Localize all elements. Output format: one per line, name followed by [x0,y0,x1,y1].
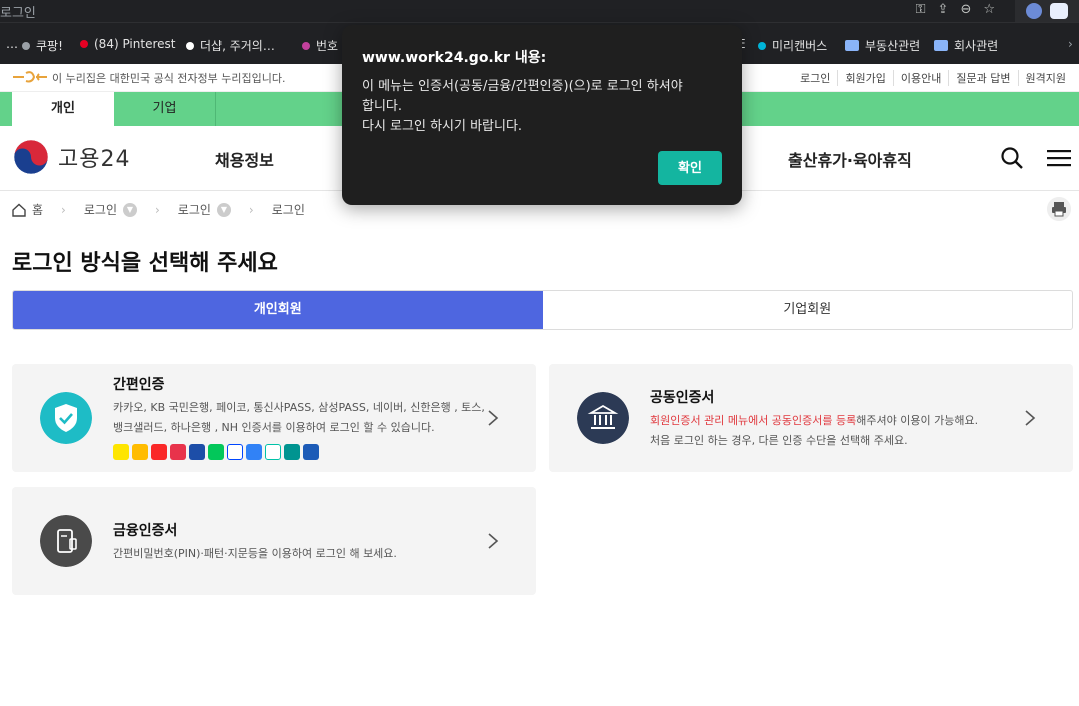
login-card-joint-certificate[interactable]: 공동인증서 회원인증서 관리 메뉴에서 공동인증서를 등록해주셔야 이용이 가능… [549,364,1073,472]
card-description: 카카오, KB 국민은행, 페이코, 통신사PASS, 삼성PASS, 네이버,… [113,401,485,434]
bookmark-item[interactable]: 더샵, 주거의… [186,37,275,54]
more-bookmarks-icon[interactable]: › [1068,37,1073,51]
shinhan-bank-icon [227,444,243,460]
zoom-icon[interactable]: ⊖ [960,2,971,17]
card-title: 금융인증서 [113,523,178,539]
folder-icon [934,40,948,51]
login-card-simple-auth[interactable]: 간편인증 카카오, KB 국민은행, 페이코, 통신사PASS, 삼성PASS,… [12,364,536,472]
dialog-heading: www.work24.go.kr 내용: [362,50,547,66]
shield-check-icon [40,392,92,444]
kb-bank-icon [132,444,148,460]
naver-icon [208,444,224,460]
breadcrumb-item[interactable]: 로그인 [178,201,211,218]
hamburger-menu-icon[interactable] [1047,148,1071,168]
toss-icon [246,444,262,460]
utility-links: 로그인 회원가입 이용안내 질문과 답변 원격지원 [793,70,1073,86]
bookmark-favicon-icon [302,41,310,50]
address-text[interactable]: 로그인 [0,2,36,21]
segment-corporate-member[interactable]: 기업회원 [543,291,1073,329]
member-type-segment: 개인회원 기업회원 [12,290,1073,330]
segment-personal-member[interactable]: 개인회원 [13,291,543,329]
bookmark-folder[interactable]: 부동산관련 [845,37,920,54]
hana-bank-icon [284,444,300,460]
chevron-down-icon[interactable]: ▼ [122,202,137,217]
profile-avatar[interactable] [1026,3,1042,19]
chevron-right-icon [488,410,499,426]
bookmark-folder[interactable]: 회사관련 [934,37,998,54]
link-remote-support[interactable]: 원격지원 [1017,70,1073,86]
bookmark-item[interactable]: 쿠팡! [22,37,63,54]
miricanvas-icon [758,41,766,50]
document-certificate-icon [40,515,92,567]
extension-icon[interactable] [1050,3,1068,19]
breadcrumb-separator: › [248,202,254,217]
breadcrumb-separator: › [61,202,66,217]
address-bar-icons: ⚿ ⇪ ⊖ ☆ [916,2,995,17]
gov-banner-message: 이 누리집은 대한민국 공식 전자정부 누리집입니다. [52,72,286,85]
card-title: 간편인증 [113,377,165,393]
bookmark-item[interactable]: 미리캔버스 [758,37,827,54]
dialog-message: 이 메뉴는 인증서(공동/금융/간편인증)(으)로 로그인 하셔야 합니다. 다… [362,79,683,134]
samsung-pass-icon [189,444,205,460]
bookmark-item[interactable]: … [6,37,18,51]
card-description: 회원인증서 관리 메뉴에서 공동인증서를 등록해주셔야 이용이 가능해요. 처음… [650,414,979,447]
print-icon[interactable] [1047,197,1071,221]
egov-logo-icon [13,71,47,83]
chevron-right-icon [488,533,499,549]
provider-badges [113,444,319,460]
extensions-area [1015,0,1079,22]
tab-personal[interactable]: 개인 [12,92,114,126]
key-icon[interactable]: ⚿ [916,2,926,17]
bank-building-icon [577,392,629,444]
folder-icon [845,40,859,51]
chevron-down-icon[interactable]: ▼ [216,202,231,217]
breadcrumb: 홈 › 로그인 ▼ › 로그인 ▼ › 로그인 [12,201,305,218]
banksalad-icon [265,444,281,460]
card-title: 공동인증서 [650,390,715,406]
card-description: 간편비밀번호(PIN)·패턴·지문등을 이용하여 로그인 해 보세요. [113,547,397,560]
logo-text: 고용24 [58,147,131,172]
bookmark-item[interactable]: 번호 [302,37,338,54]
breadcrumb-current: 로그인 [271,203,305,217]
breadcrumb-home[interactable]: 홈 [32,201,43,218]
bookmark-favicon-icon [186,41,194,50]
pass-icon [170,444,186,460]
link-login[interactable]: 로그인 [793,70,837,86]
nav-job-info[interactable]: 채용정보 [215,147,274,171]
payco-icon [151,444,167,460]
page-title: 로그인 방식을 선택해 주세요 [12,251,278,276]
pinterest-icon [80,40,88,48]
alert-dialog: www.work24.go.kr 내용: 이 메뉴는 인증서(공동/금융/간편인… [342,25,742,205]
search-icon[interactable] [1000,146,1024,170]
nav-maternity-leave[interactable]: 출산휴가·육아휴직 [788,147,912,171]
nh-cert-icon [303,444,319,460]
browser-address-bar: 로그인 ⚿ ⇪ ⊖ ☆ [0,0,1079,22]
share-icon[interactable]: ⇪ [938,2,949,17]
login-card-financial-certificate[interactable]: 금융인증서 간편비밀번호(PIN)·패턴·지문등을 이용하여 로그인 해 보세요… [12,487,536,595]
link-guide[interactable]: 이용안내 [892,70,948,86]
taegeuk-emblem-icon [13,139,49,175]
home-icon[interactable] [12,203,26,217]
favorites-icon[interactable]: ☆ [983,2,995,17]
breadcrumb-item[interactable]: 로그인 [84,201,117,218]
bookmark-item[interactable]: (84) Pinterest [80,37,175,51]
breadcrumb-separator: › [154,202,160,217]
tab-corporate[interactable]: 기업 [114,92,216,126]
link-faq[interactable]: 질문과 답변 [948,70,1017,86]
kakao-icon [113,444,129,460]
chevron-right-icon [1025,410,1036,426]
site-logo[interactable]: 고용24 [12,138,130,176]
bookmark-favicon-icon [22,41,30,50]
confirm-button[interactable]: 확인 [658,151,722,185]
link-signup[interactable]: 회원가입 [837,70,892,86]
